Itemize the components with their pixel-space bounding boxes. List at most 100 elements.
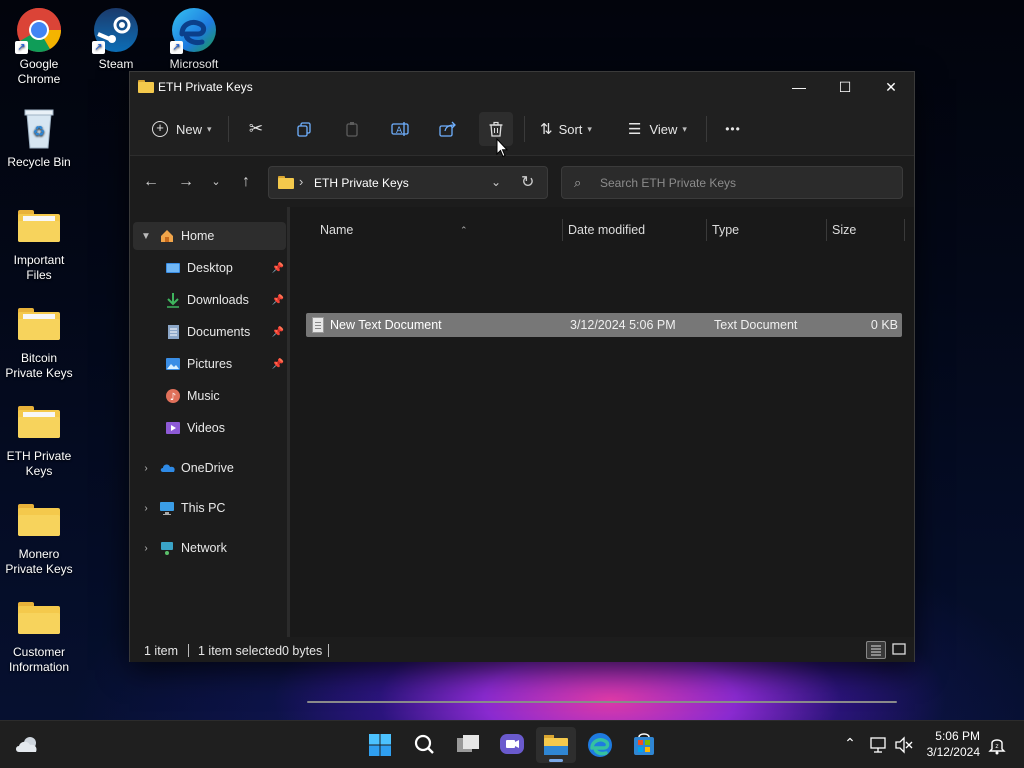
new-button[interactable]: + New ▾ [146, 112, 218, 146]
sidebar-item-label: Home [181, 229, 215, 243]
column-header-type[interactable]: Type [712, 217, 822, 243]
desktop-icon-important-files[interactable]: Important Files [0, 202, 78, 283]
task-view-button[interactable] [448, 727, 488, 763]
folder-icon [15, 398, 63, 446]
address-dropdown-icon[interactable]: ⌄ [491, 175, 501, 189]
rename-button[interactable]: A [383, 112, 417, 146]
view-button[interactable]: ☰ View ▾ [622, 112, 693, 146]
column-divider[interactable] [562, 219, 563, 241]
sort-button[interactable]: ⇅ Sort ▾ [534, 112, 598, 146]
sidebar-item-onedrive[interactable]: › OneDrive [133, 454, 286, 482]
desktop-icon-label: Files [26, 268, 52, 282]
file-list: Name ⌃ Date modified Type Size New Text … [290, 207, 914, 703]
paste-button[interactable] [335, 112, 369, 146]
network-icon [159, 540, 175, 556]
search-box[interactable]: ⌕ [561, 166, 903, 199]
sidebar-item-label: This PC [181, 501, 226, 515]
title-bar[interactable]: ETH Private Keys — ☐ ✕ [130, 72, 914, 102]
copy-button[interactable] [287, 112, 321, 146]
notification-center-icon[interactable]: z [986, 734, 1008, 756]
column-header-size[interactable]: Size [832, 217, 902, 243]
collapse-chevron-icon[interactable]: ▼ [139, 231, 153, 242]
close-button[interactable]: ✕ [868, 72, 914, 102]
forward-button[interactable]: → [172, 169, 200, 195]
details-view-icon [871, 645, 881, 656]
file-explorer-icon [544, 735, 568, 755]
desktop-icon-customer-information[interactable]: Customer Information [0, 594, 78, 675]
recent-locations-button[interactable]: ⌄ [202, 169, 230, 195]
column-divider[interactable] [826, 219, 827, 241]
desktop-icon-bitcoin-private-keys[interactable]: Bitcoin Private Keys [0, 300, 78, 381]
desktop-icon-recycle-bin[interactable]: ♻ Recycle Bin [0, 104, 78, 170]
column-divider[interactable] [904, 219, 905, 241]
column-divider[interactable] [706, 219, 707, 241]
sidebar-item-this-pc[interactable]: › This PC [133, 494, 286, 522]
desktop-icon-monero-private-keys[interactable]: Monero Private Keys [0, 496, 78, 577]
edge-taskbar-button[interactable] [580, 727, 620, 763]
sidebar-item-label: Pictures [187, 357, 233, 371]
chat-button[interactable] [492, 727, 532, 763]
more-options-button[interactable]: ••• [716, 112, 750, 146]
up-button[interactable]: ↑ [232, 169, 260, 195]
widgets-button[interactable] [8, 727, 48, 763]
sidebar-item-videos[interactable]: Videos [133, 414, 286, 442]
search-button[interactable] [404, 727, 444, 763]
desktop-icon-label: Recycle Bin [7, 155, 71, 169]
show-hidden-icons-button[interactable]: ⌃ [840, 735, 860, 755]
share-button[interactable] [431, 112, 465, 146]
expand-chevron-icon[interactable]: › [139, 543, 153, 554]
desktop-icon-label: Private Keys [5, 562, 73, 576]
sidebar-item-label: Desktop [187, 261, 233, 275]
details-view-button[interactable] [866, 641, 886, 659]
teams-chat-icon [500, 734, 524, 754]
desktop-icon-google-chrome[interactable]: ↗ Google Chrome [0, 6, 78, 87]
windows-logo-icon [369, 734, 391, 756]
back-button[interactable]: ← [137, 169, 165, 195]
search-icon: ⌕ [574, 175, 582, 190]
expand-chevron-icon[interactable]: › [139, 503, 153, 514]
sidebar-item-music[interactable]: ♪ Music [133, 382, 286, 410]
refresh-icon[interactable]: ↻ [521, 172, 534, 192]
column-header-name[interactable]: Name ⌃ [320, 217, 560, 243]
store-taskbar-button[interactable] [624, 727, 664, 763]
file-explorer-taskbar-button[interactable] [536, 727, 576, 763]
file-name: New Text Document [330, 318, 442, 332]
sidebar-item-documents[interactable]: Documents 📌 [133, 318, 286, 346]
start-button[interactable] [360, 727, 400, 763]
pin-icon: 📌 [271, 326, 284, 338]
sidebar-item-network[interactable]: › Network [133, 534, 286, 562]
desktop-icon-microsoft-edge[interactable]: ↗ Microsoft [155, 6, 233, 72]
rename-icon: A [391, 122, 409, 136]
maximize-button[interactable]: ☐ [822, 72, 868, 102]
sidebar-item-downloads[interactable]: Downloads 📌 [133, 286, 286, 314]
edge-icon [588, 733, 612, 757]
large-icons-view-button[interactable] [890, 641, 910, 659]
network-status-icon[interactable] [868, 735, 890, 755]
address-bar[interactable]: › ETH Private Keys ⌄ ↻ [268, 166, 548, 199]
sidebar-item-pictures[interactable]: Pictures 📌 [133, 350, 286, 378]
breadcrumb-current[interactable]: ETH Private Keys [314, 176, 409, 190]
desktop-icon-label: ETH Private [6, 449, 72, 463]
desktop-icon-label: Keys [25, 464, 53, 478]
toolbar-separator [706, 116, 707, 142]
expand-chevron-icon[interactable]: › [139, 463, 153, 474]
minimize-button[interactable]: — [776, 72, 822, 102]
column-header-date-modified[interactable]: Date modified [568, 217, 704, 243]
chevron-down-icon: ▾ [207, 123, 212, 134]
documents-icon [165, 324, 181, 340]
desktop-icon-steam[interactable]: ↗ Steam [77, 6, 155, 72]
search-input[interactable] [600, 174, 890, 192]
clock[interactable]: 5:06 PM 3/12/2024 [918, 729, 982, 763]
desktop-icon-label: Private Keys [5, 366, 73, 380]
share-icon [439, 121, 456, 137]
volume-muted-icon[interactable] [893, 735, 915, 755]
table-row[interactable]: New Text Document 3/12/2024 5:06 PM Text… [306, 313, 902, 337]
cut-button[interactable]: ✂ [239, 112, 273, 146]
desktop-icon-label: Monero [18, 547, 60, 561]
sidebar-item-home[interactable]: ▼ Home [133, 222, 286, 250]
horizontal-scrollbar[interactable] [307, 701, 897, 703]
desktop-icon-eth-private-keys[interactable]: ETH Private Keys [0, 398, 78, 479]
file-explorer-window: ETH Private Keys — ☐ ✕ + New ▾ ✂ A ⇅ Sor… [129, 71, 915, 703]
sidebar-item-desktop[interactable]: Desktop 📌 [133, 254, 286, 282]
column-header-label: Name [320, 223, 354, 237]
